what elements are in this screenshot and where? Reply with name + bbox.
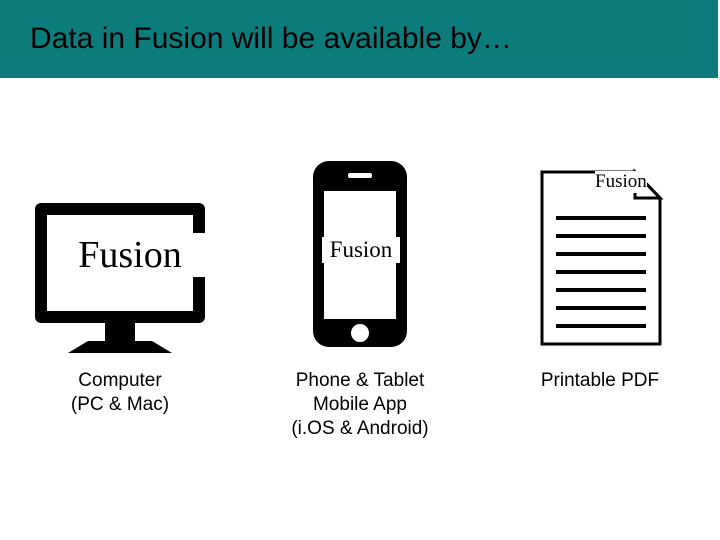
fusion-label-phone: Fusion (322, 237, 400, 263)
column-pdf: Fusion Printable PDF (490, 155, 710, 440)
caption-line: (i.OS & Android) (291, 418, 428, 439)
caption-line: Printable PDF (541, 370, 659, 391)
document-icon-wrap: Fusion (500, 155, 700, 365)
caption-line: (PC & Mac) (71, 394, 169, 415)
column-computer: Fusion Computer (PC & Mac) (10, 155, 230, 440)
slide: Data in Fusion will be available by… Fus… (0, 0, 720, 540)
caption-line: Mobile App (313, 394, 407, 415)
caption-line: Computer (78, 370, 161, 391)
computer-icon-wrap: Fusion (20, 155, 220, 365)
column-phone: Fusion Phone & Tablet Mobile App (i.OS &… (250, 155, 470, 440)
fusion-label-pdf: Fusion (595, 171, 647, 193)
fusion-label-computer: Fusion (55, 233, 205, 277)
caption-computer: Computer (PC & Mac) (71, 369, 169, 417)
caption-phone: Phone & Tablet Mobile App (i.OS & Androi… (291, 369, 428, 440)
caption-line: Phone & Tablet (296, 370, 425, 391)
phone-icon-wrap: Fusion (250, 155, 470, 365)
caption-pdf: Printable PDF (541, 369, 659, 393)
columns: Fusion Computer (PC & Mac) (0, 155, 720, 440)
slide-title: Data in Fusion will be available by… (30, 22, 512, 56)
